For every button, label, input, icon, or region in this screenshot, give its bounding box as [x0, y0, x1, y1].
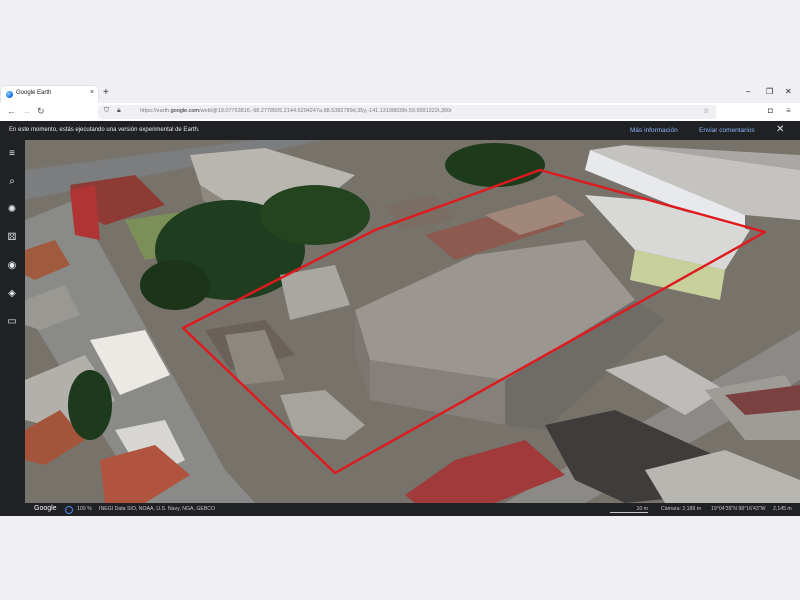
voyager-icon[interactable]: ✺ — [5, 203, 19, 217]
attribution-text[interactable]: INEGI Data SIO, NOAA, U.S. Navy, NGA, GE… — [99, 506, 215, 512]
pocket-icon[interactable]: ◘ — [768, 106, 773, 115]
bookmark-star-icon[interactable]: ☆ — [703, 107, 709, 115]
google-logo: Google — [34, 505, 57, 512]
scale-bar: 10 m — [610, 506, 648, 513]
tab-title: Google Earth — [16, 90, 52, 96]
menu-icon[interactable]: ≡ — [5, 147, 19, 161]
status-bar: Google 100 % INEGI Data SIO, NOAA, U.S. … — [25, 503, 800, 516]
maximize-button[interactable]: ❐ — [766, 87, 773, 96]
satellite-imagery — [25, 140, 800, 503]
measure-icon[interactable]: ▭ — [5, 315, 19, 329]
map-style-icon[interactable]: ◈ — [5, 287, 19, 301]
left-toolbar: ≡ ⌕ ✺ ⚄ ◉ ◈ ▭ — [0, 140, 25, 516]
tab-strip: Google Earth × + – ❐ ✕ — [0, 84, 800, 103]
minimize-button[interactable]: – — [746, 87, 750, 96]
address-bar[interactable]: ⛉ 🔒︎ https://earth.google.com/web/@19.07… — [98, 105, 716, 119]
more-info-link[interactable]: Más información — [630, 127, 678, 134]
coordinates-readout: 19°04'39"N 98°16'43"W — [711, 506, 766, 512]
load-percent: 100 % — [77, 506, 92, 512]
experimental-notice-bar: En este momento, estás ejecutando una ve… — [0, 121, 800, 140]
earth-map-view[interactable]: 🚶︎ ⌖ 2D − + ➤ ⌾ ⤳ — [25, 140, 800, 503]
projects-icon[interactable]: ◉ — [5, 259, 19, 273]
window-close-button[interactable]: ✕ — [785, 87, 792, 96]
navigation-bar: ← → ↻ ⛉ 🔒︎ https://earth.google.com/web/… — [0, 103, 800, 122]
earth-favicon-icon — [6, 91, 13, 98]
reload-icon[interactable]: ↻ — [37, 106, 45, 117]
tab-google-earth[interactable]: Google Earth × — [1, 86, 98, 103]
elevation-readout: 2,145 m — [773, 506, 792, 512]
random-icon[interactable]: ⚄ — [5, 231, 19, 245]
new-tab-button[interactable]: + — [103, 87, 109, 99]
send-feedback-link[interactable]: Enviar comentarios — [699, 127, 755, 134]
notice-text: En este momento, estás ejecutando una ve… — [9, 127, 200, 133]
url-text[interactable]: https://earth.google.com/web/@19.0776381… — [140, 108, 700, 114]
lock-icon[interactable]: 🔒︎ — [117, 107, 121, 115]
app-menu-icon[interactable]: ≡ — [786, 106, 791, 115]
browser-window: Google Earth × + – ❐ ✕ ← → ↻ ⛉ 🔒︎ https:… — [0, 84, 800, 516]
search-icon[interactable]: ⌕ — [5, 175, 19, 189]
shield-icon[interactable]: ⛉ — [104, 107, 109, 115]
notice-close-icon[interactable]: ✕ — [776, 124, 784, 135]
forward-icon[interactable]: → — [22, 106, 31, 116]
camera-altitude: Cámara: 2,189 m — [661, 506, 702, 512]
loading-indicator-icon — [65, 506, 73, 514]
tab-close-icon[interactable]: × — [90, 89, 94, 96]
back-icon[interactable]: ← — [7, 106, 16, 116]
